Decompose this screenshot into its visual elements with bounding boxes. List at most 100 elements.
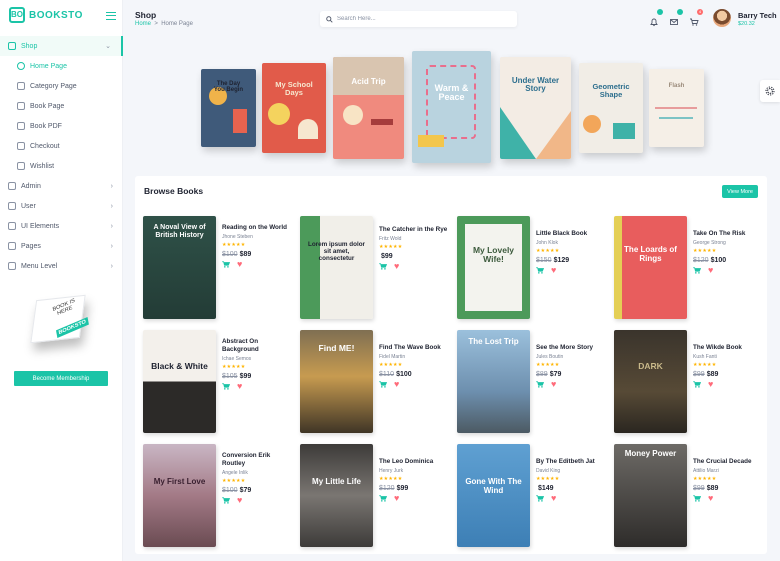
- sidebar-item-label: Home Page: [30, 62, 67, 70]
- featured-book[interactable]: Warm & Peace: [412, 51, 491, 163]
- sidebar-item-pages[interactable]: Pages ›: [0, 236, 123, 256]
- book-card[interactable]: My Lovely Wife! Little Black Book John Klo…: [457, 216, 609, 320]
- grid-icon: [17, 82, 25, 90]
- bell-icon[interactable]: [649, 9, 663, 27]
- avatar[interactable]: [713, 9, 731, 27]
- book-title[interactable]: By The Editbeth Jat: [536, 458, 609, 466]
- hamburger-menu-icon[interactable]: [106, 12, 116, 20]
- book-cover[interactable]: My Lovely Wife!: [457, 216, 530, 319]
- book-title[interactable]: Little Black Book: [536, 230, 609, 238]
- featured-book[interactable]: My School Days: [262, 63, 326, 153]
- book-cover[interactable]: Gone With The Wind: [457, 444, 530, 547]
- book-card[interactable]: My Little Life The Leo Dominica Henry Jurk…: [300, 444, 452, 548]
- sidebar-item-category-page[interactable]: Category Page: [0, 76, 123, 96]
- wishlist-heart-icon[interactable]: ♥: [708, 493, 713, 502]
- wishlist-heart-icon[interactable]: ♥: [708, 379, 713, 388]
- featured-book[interactable]: The Day You Begin: [201, 69, 256, 147]
- book-cover[interactable]: Black & White: [143, 330, 216, 433]
- featured-book[interactable]: Under Water Story: [500, 57, 571, 159]
- wishlist-heart-icon[interactable]: ♥: [394, 261, 399, 270]
- sidebar-item-label: Wishlist: [30, 162, 55, 170]
- mail-icon[interactable]: [669, 9, 683, 25]
- current-price: $149: [538, 484, 554, 492]
- sidebar-item-ui-elements[interactable]: UI Elements ›: [0, 216, 123, 236]
- book-card[interactable]: Money Power The Crucial Decade Attilio Mar…: [614, 444, 766, 548]
- wishlist-heart-icon[interactable]: ♥: [394, 493, 399, 502]
- add-to-cart-icon[interactable]: [536, 495, 544, 502]
- sidebar-item-book-page[interactable]: Book Page: [0, 96, 123, 116]
- sidebar-item-book-pdf[interactable]: Book PDF: [0, 116, 123, 136]
- user-name[interactable]: Barry Tech: [738, 11, 777, 20]
- book-cover[interactable]: The Lost Trip: [457, 330, 530, 433]
- book-cover[interactable]: A Noval View of British History: [143, 216, 216, 319]
- wishlist-heart-icon[interactable]: ♥: [394, 379, 399, 388]
- rating-stars: ★★★★★: [222, 241, 246, 248]
- add-to-cart-icon[interactable]: [379, 495, 387, 502]
- add-to-cart-icon[interactable]: [222, 383, 230, 390]
- book-title[interactable]: See the More Story: [536, 344, 609, 352]
- wishlist-heart-icon[interactable]: ♥: [708, 265, 713, 274]
- add-to-cart-icon[interactable]: [693, 267, 701, 274]
- book-title[interactable]: Find The Wave Book: [379, 344, 452, 352]
- book-cover[interactable]: DARK: [614, 330, 687, 433]
- book-title[interactable]: The Wikde Book: [693, 344, 766, 352]
- featured-book[interactable]: Acid Trip: [333, 57, 404, 159]
- add-to-cart-icon[interactable]: [379, 263, 387, 270]
- book-title[interactable]: Abstract On Background: [222, 338, 295, 354]
- wishlist-heart-icon[interactable]: ♥: [237, 381, 242, 390]
- book-cover[interactable]: My Little Life: [300, 444, 373, 547]
- sidebar-item-home-page[interactable]: Home Page: [0, 56, 123, 76]
- book-title[interactable]: The Crucial Decade: [693, 458, 766, 466]
- book-card[interactable]: Lorem ipsum dolor sit amet, consectetur T…: [300, 216, 452, 320]
- book-title[interactable]: Reading on the World: [222, 224, 295, 232]
- wishlist-heart-icon[interactable]: ♥: [551, 493, 556, 502]
- sidebar-item-menu-level[interactable]: Menu Level ›: [0, 256, 123, 276]
- heart-icon: [17, 162, 25, 170]
- book-title[interactable]: The Catcher in the Rye: [379, 226, 452, 234]
- book-cover[interactable]: The Loards of Rings: [614, 216, 687, 319]
- sidebar-item-user[interactable]: User ›: [0, 196, 123, 216]
- add-to-cart-icon[interactable]: [693, 381, 701, 388]
- become-membership-button[interactable]: Become Membership: [14, 371, 108, 386]
- book-card[interactable]: The Loards of Rings Take On The Risk Georg…: [614, 216, 766, 320]
- book-price: $99 $89: [693, 371, 766, 378]
- add-to-cart-icon[interactable]: [536, 381, 544, 388]
- current-price: $100: [710, 256, 727, 264]
- breadcrumb-home-link[interactable]: Home: [135, 21, 151, 27]
- book-card[interactable]: My First Love Conversion Erik Routley Ange…: [143, 444, 295, 548]
- add-to-cart-icon[interactable]: [693, 495, 701, 502]
- sidebar-item-shop[interactable]: Shop ⌄: [0, 36, 123, 56]
- sidebar-item-admin[interactable]: Admin ›: [0, 176, 123, 196]
- add-to-cart-icon[interactable]: [222, 497, 230, 504]
- wishlist-heart-icon[interactable]: ♥: [237, 259, 242, 268]
- book-author: Ichae Semos: [222, 355, 252, 362]
- book-card[interactable]: The Lost Trip See the More Story Jules Bou…: [457, 330, 609, 434]
- book-title[interactable]: The Leo Dominica: [379, 458, 452, 466]
- book-title[interactable]: Take On The Risk: [693, 230, 766, 238]
- book-cover[interactable]: Find ME!: [300, 330, 373, 433]
- book-cover[interactable]: Money Power: [614, 444, 687, 547]
- book-title[interactable]: Conversion Erik Routley: [222, 452, 295, 468]
- search-input[interactable]: [337, 16, 507, 22]
- add-to-cart-icon[interactable]: [379, 381, 387, 388]
- add-to-cart-icon[interactable]: [222, 261, 230, 268]
- book-cover[interactable]: Lorem ipsum dolor sit amet, consectetur: [300, 216, 373, 319]
- view-more-button[interactable]: View More: [722, 185, 758, 198]
- book-card[interactable]: A Noval View of British History Reading o…: [143, 216, 295, 320]
- brand-logo[interactable]: BO BOOKSTO: [9, 7, 83, 23]
- book-card[interactable]: DARK The Wikde Book Kush Fanti ★★★★★ $99 $89 ♥: [614, 330, 766, 434]
- book-cover[interactable]: My First Love: [143, 444, 216, 547]
- book-price: $105 $99: [222, 373, 295, 380]
- wishlist-heart-icon[interactable]: ♥: [551, 265, 556, 274]
- wishlist-heart-icon[interactable]: ♥: [237, 495, 242, 504]
- sidebar-item-wishlist[interactable]: Wishlist: [0, 156, 123, 176]
- wishlist-heart-icon[interactable]: ♥: [551, 379, 556, 388]
- book-card[interactable]: Gone With The Wind By The Editbeth Jat Dav…: [457, 444, 609, 548]
- featured-book[interactable]: Flash: [649, 69, 704, 147]
- sidebar-item-checkout[interactable]: Checkout: [0, 136, 123, 156]
- add-to-cart-icon[interactable]: [536, 267, 544, 274]
- featured-book[interactable]: Geometric Shape: [579, 63, 643, 153]
- cart-icon[interactable]: 4: [689, 9, 703, 26]
- book-card[interactable]: Black & White Abstract On Background Ichae…: [143, 330, 295, 434]
- book-card[interactable]: Find ME! Find The Wave Book Fidel Martin ★★…: [300, 330, 452, 434]
